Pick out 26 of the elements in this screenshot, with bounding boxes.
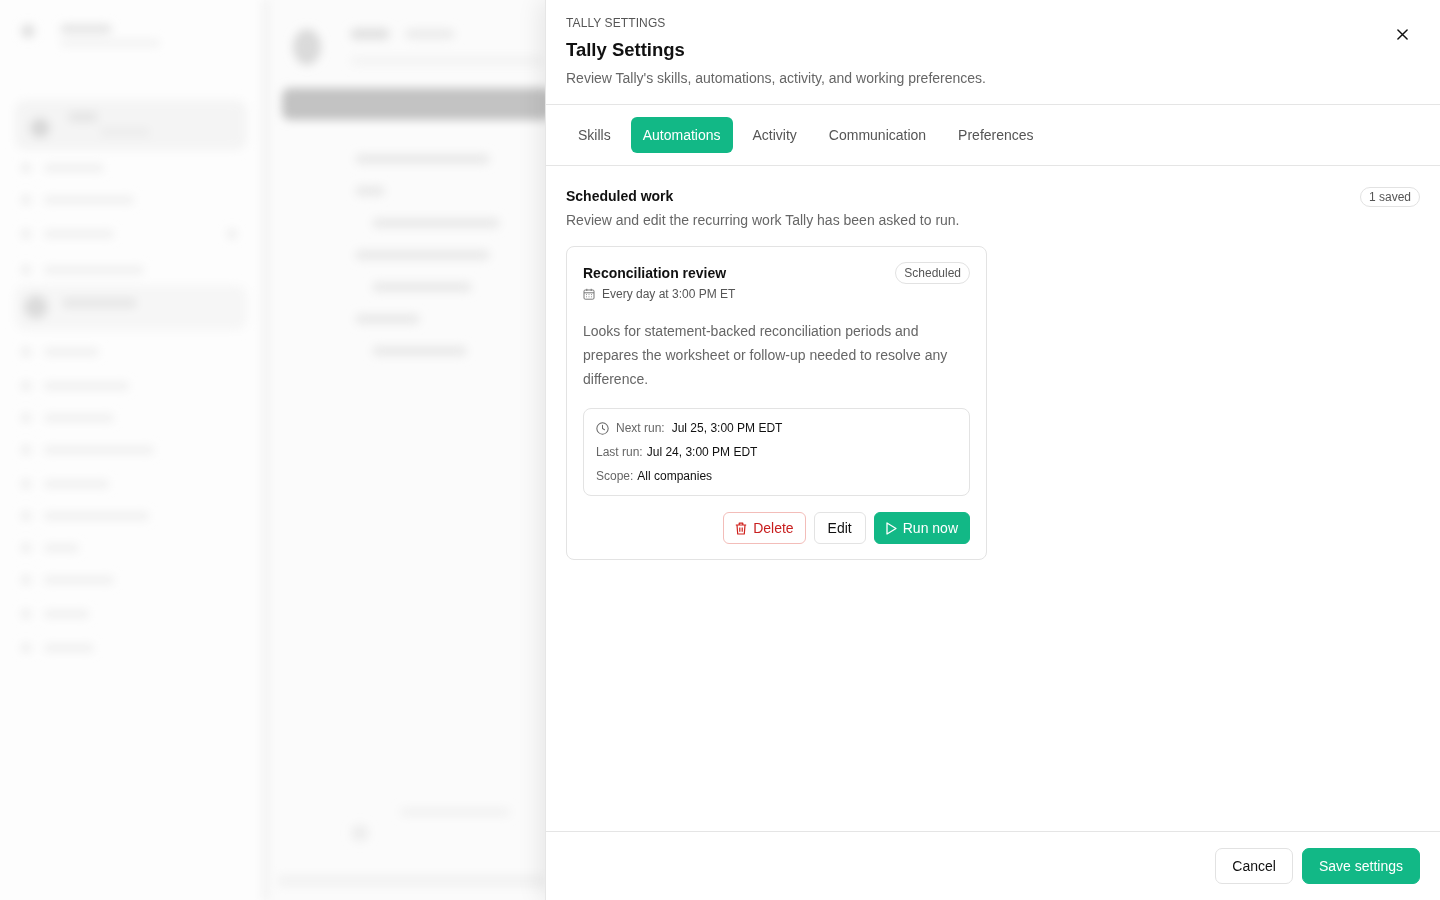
detail-label: Scope: (596, 469, 634, 483)
automation-title: Reconciliation review (583, 264, 727, 283)
clock-icon (596, 421, 609, 435)
panel-subtitle: Review Tally's skills, automations, activity, and working preferences. (566, 69, 986, 88)
tab[interactable]: Preferences (946, 117, 1046, 153)
tab[interactable]: Communication (816, 117, 939, 153)
trash-icon (735, 521, 748, 535)
close-icon (1396, 28, 1408, 40)
edit-button[interactable]: Edit (813, 512, 866, 544)
detail-value: Jul 25, 3:00 PM EDT (671, 421, 783, 435)
detail-value: Jul 24, 3:00 PM EDT (646, 445, 758, 459)
tab[interactable]: Skills (566, 117, 623, 153)
calendar-icon (583, 288, 595, 300)
automation-description: Looks for statement-backed reconciliation periods and prepares the worksheet or follow-up needed to resolve any difference. (583, 322, 949, 389)
detail-label: Last run: (596, 445, 643, 459)
detail-value: All companies (637, 469, 713, 483)
section-description: Review and edit the recurring work Tally has been asked to run. (566, 211, 960, 230)
play-icon (885, 521, 897, 535)
detail-label: Next run: (616, 421, 665, 435)
delete-button[interactable]: Delete (723, 512, 806, 544)
section-title: Scheduled work (566, 187, 675, 206)
tab[interactable]: Activity (740, 117, 809, 153)
panel-title: Tally Settings (566, 38, 686, 62)
panel-eyebrow: TALLY SETTINGS (566, 15, 667, 31)
schedule-text: Every day at 3:00 PM ET (602, 286, 736, 302)
cancel-button[interactable]: Cancel (1215, 848, 1293, 884)
